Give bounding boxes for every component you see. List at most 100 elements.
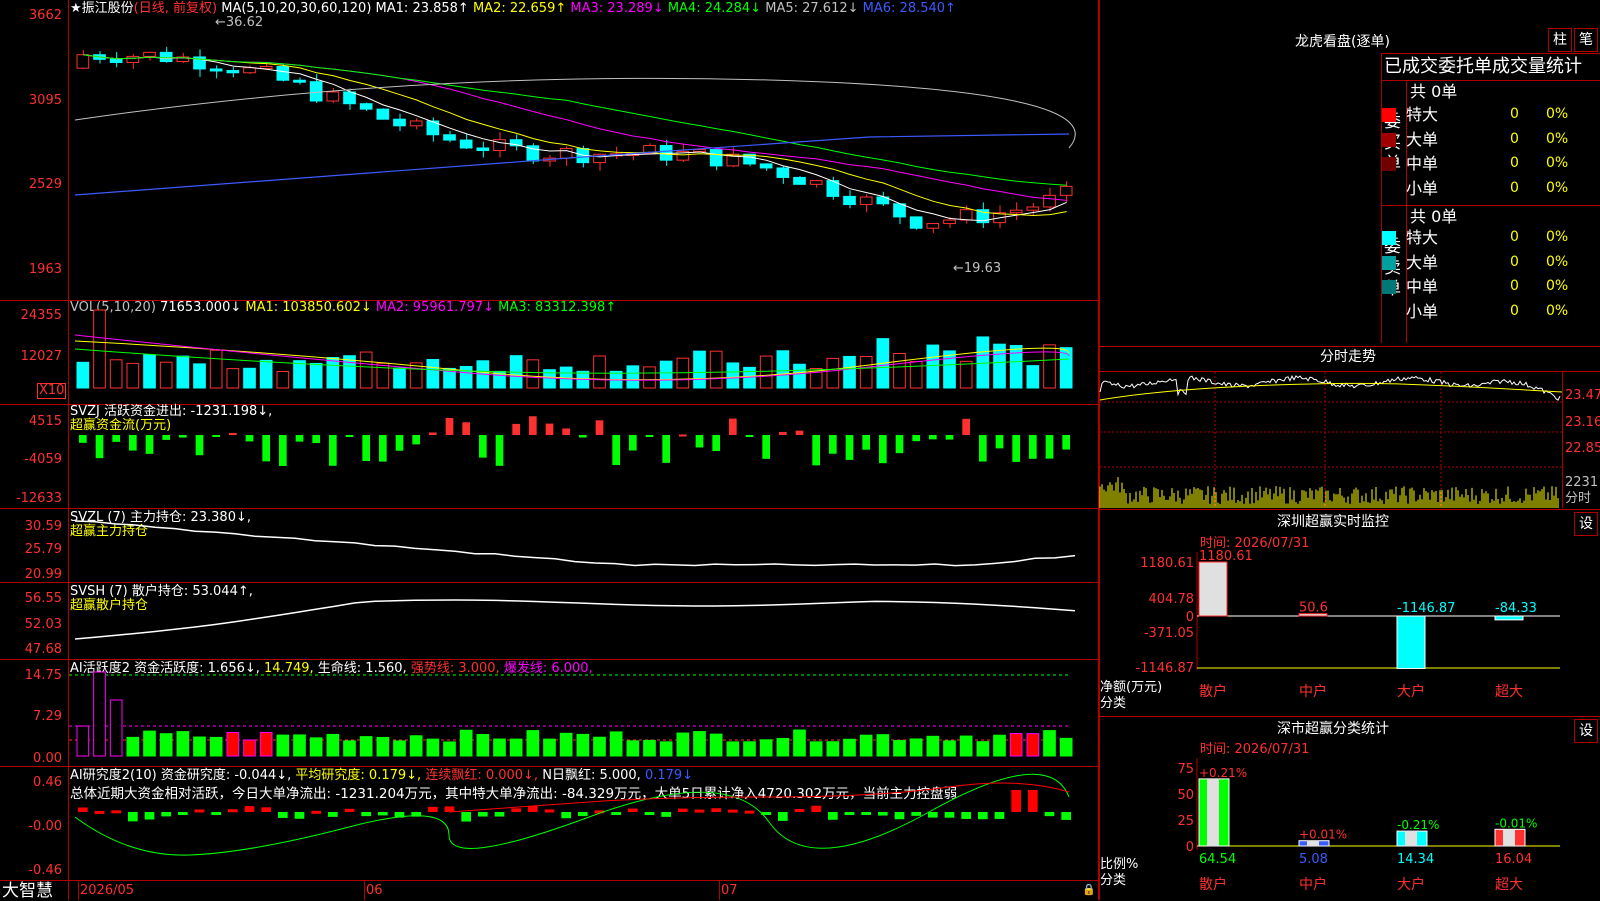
sell-total: 共 0单 xyxy=(1410,207,1458,226)
candle-body xyxy=(1009,209,1023,214)
activity-bar xyxy=(226,732,240,757)
volume-bar xyxy=(209,349,223,389)
order-count: 0 xyxy=(1510,179,1519,196)
legend-swatch xyxy=(1382,255,1396,270)
ma4-line xyxy=(83,54,1067,186)
order-count: 0 xyxy=(1510,229,1519,245)
candle-body xyxy=(159,51,173,63)
volume-bar xyxy=(359,351,373,389)
research-bar xyxy=(161,812,171,817)
volume-bar xyxy=(76,361,90,389)
activity-bar xyxy=(759,739,773,757)
ai-activity-panel[interactable]: AI活跃度2 资金活跃度: 1.656↓, 14.749, 生命线: 1.560… xyxy=(0,660,1098,766)
research-bar xyxy=(1011,790,1021,812)
order-size-label: 特大 xyxy=(1406,105,1439,124)
candle-body xyxy=(926,223,940,229)
activity-bar xyxy=(709,733,723,757)
sz-cat-label: 超大 xyxy=(1495,684,1523,700)
order-size-label: 特大 xyxy=(1406,228,1439,247)
research-bar xyxy=(878,812,888,816)
sz-tick: 1180.61 xyxy=(1140,556,1194,571)
candle-body xyxy=(243,67,256,74)
candle-body xyxy=(1026,206,1040,211)
activity-bar xyxy=(776,737,790,757)
date-label: 06 xyxy=(366,883,383,898)
candle-body xyxy=(226,70,240,74)
retail-holding-line xyxy=(74,599,1076,640)
volume-bar xyxy=(309,362,323,389)
flow-bar xyxy=(1062,435,1070,450)
bar-mode-button[interactable]: 柱 xyxy=(1548,28,1572,52)
activity-bar xyxy=(926,735,940,757)
volume-bar xyxy=(959,360,973,389)
flow-bar xyxy=(462,422,470,435)
sz-settings-button[interactable]: 设 xyxy=(1574,512,1598,536)
volume-bar xyxy=(93,309,106,389)
activity-bar xyxy=(376,736,390,757)
ai-research-panel[interactable]: AI研究度2(10) 资金研究度: -0.044↓, 平均研究度: 0.179↓… xyxy=(0,767,1098,880)
candlestick-chart[interactable] xyxy=(69,0,1098,300)
activity-bar xyxy=(943,740,956,757)
flow-bar xyxy=(479,435,487,458)
research-bar xyxy=(94,810,105,814)
volume-bar xyxy=(393,367,406,389)
lock-icon[interactable]: 🔒 xyxy=(1082,883,1096,897)
research-bar xyxy=(711,808,721,812)
cls-xlabel: 分类 xyxy=(1100,873,1127,888)
y-tick: 12027 xyxy=(20,349,62,364)
research-bar xyxy=(144,812,155,820)
activity-bar xyxy=(959,735,973,757)
sz-tick: 0 xyxy=(1186,610,1194,625)
research-bar xyxy=(844,812,855,815)
flow-bar xyxy=(712,435,720,452)
activity-bar xyxy=(876,734,890,757)
candle-body xyxy=(843,195,856,206)
flow-bar xyxy=(679,434,687,437)
intraday-chart[interactable]: 23.47 23.16 22.85 2231 分时 xyxy=(1099,372,1600,508)
legend-swatch xyxy=(1382,280,1396,294)
fs-tick: 分时 xyxy=(1565,491,1592,506)
flow-bar xyxy=(612,435,620,466)
legend-swatch xyxy=(1382,231,1396,245)
activity-bar xyxy=(909,738,923,757)
activity-bar xyxy=(743,741,756,757)
svzl-panel[interactable]: SVZL (7) 主力持仓: 23.380↓, 超赢主力持仓 30.59 25.… xyxy=(0,509,1098,582)
flow-bar xyxy=(345,435,354,437)
activity-bar xyxy=(443,741,456,757)
research-bar xyxy=(361,812,371,817)
research-bar xyxy=(444,806,455,812)
flow-bar xyxy=(362,435,370,462)
ma6-line xyxy=(74,133,1070,196)
research-bar xyxy=(628,808,638,812)
activity-bar xyxy=(293,734,306,757)
flow-bar xyxy=(779,431,787,435)
volume-bar xyxy=(1026,365,1040,389)
cls-settings-button[interactable]: 设 xyxy=(1574,719,1598,743)
volume-panel[interactable]: VOL(5,10,20) 71653.000↓ MA1: 103850.602↓… xyxy=(0,301,1098,404)
cls-change-label: -0.21% xyxy=(1397,818,1439,832)
main-kline-panel[interactable]: ★振江股份(日线, 前复权) MA(5,10,20,30,60,120) MA1… xyxy=(0,0,1098,300)
volume-bar xyxy=(893,352,906,389)
tick-mode-button[interactable]: 笔 xyxy=(1574,28,1598,52)
activity-bar xyxy=(526,730,540,757)
volume-bar xyxy=(859,355,873,389)
volume-bar xyxy=(159,361,173,389)
date-axis: 大智慧 2026/05 06 07 🔒 xyxy=(0,881,1098,900)
order-count: 0 xyxy=(1510,106,1519,122)
fs-tick: 2231 xyxy=(1565,475,1599,490)
cls-value-label: 64.54 xyxy=(1199,852,1236,867)
activity-bar xyxy=(393,740,406,757)
sz-tick: -371.05 xyxy=(1144,626,1194,641)
research-bar xyxy=(78,807,88,812)
flow-bar xyxy=(962,418,970,435)
candle-body xyxy=(709,149,723,167)
svsh-panel[interactable]: SVSH (7) 散户持仓: 53.044↑, 超赢散户持仓 56.55 52.… xyxy=(0,583,1098,659)
svzj-panel[interactable]: SVZJ 活跃资金进出: -1231.198↓, 超赢资金流(万元) 4515 … xyxy=(0,405,1098,508)
flow-bar xyxy=(529,416,537,435)
activity-bar xyxy=(409,735,423,757)
research-bar xyxy=(811,805,821,812)
y-tick: 30.59 xyxy=(24,519,62,534)
flow-bar xyxy=(195,435,204,456)
volume-bar xyxy=(426,358,440,389)
flow-bar xyxy=(929,435,937,440)
